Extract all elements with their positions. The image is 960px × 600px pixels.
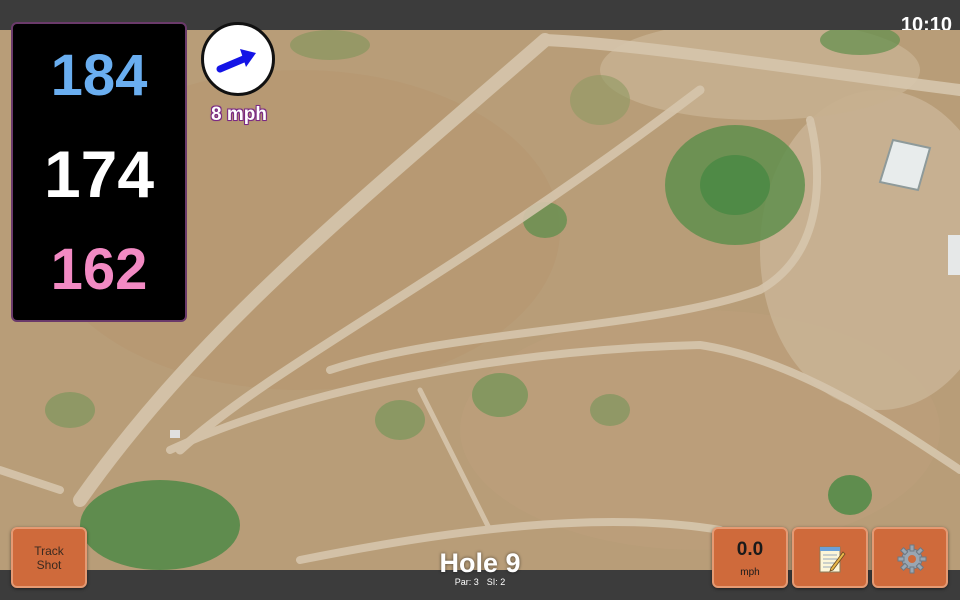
wind-speed: 8 mph [211, 104, 267, 125]
hole-title: Hole 9 [439, 548, 521, 578]
middle-distance: 174 [43, 137, 155, 211]
speed-unit: mph [740, 567, 760, 578]
front-distance: 162 [50, 237, 148, 302]
settings-button[interactable] [872, 527, 948, 588]
hole-stroke-index: SI: 2 [486, 577, 506, 587]
hole-par: Par: 3 [454, 577, 479, 587]
track-shot-label: Track Shot [34, 543, 64, 572]
track-shot-button[interactable]: Track Shot [11, 527, 87, 588]
back-distance: 184 [50, 43, 148, 108]
speed-button[interactable]: 0.0 mph [712, 527, 788, 588]
notes-button[interactable] [792, 527, 868, 588]
wind-arrow-icon [216, 49, 256, 73]
wind-indicator [201, 22, 275, 96]
gear-icon [897, 544, 927, 574]
distance-panel: 184 174 162 [11, 22, 187, 322]
speed-value: 0.0 [736, 539, 764, 560]
notepad-icon [819, 546, 846, 573]
hole-info: Par: 3 SI: 2 [380, 577, 580, 587]
